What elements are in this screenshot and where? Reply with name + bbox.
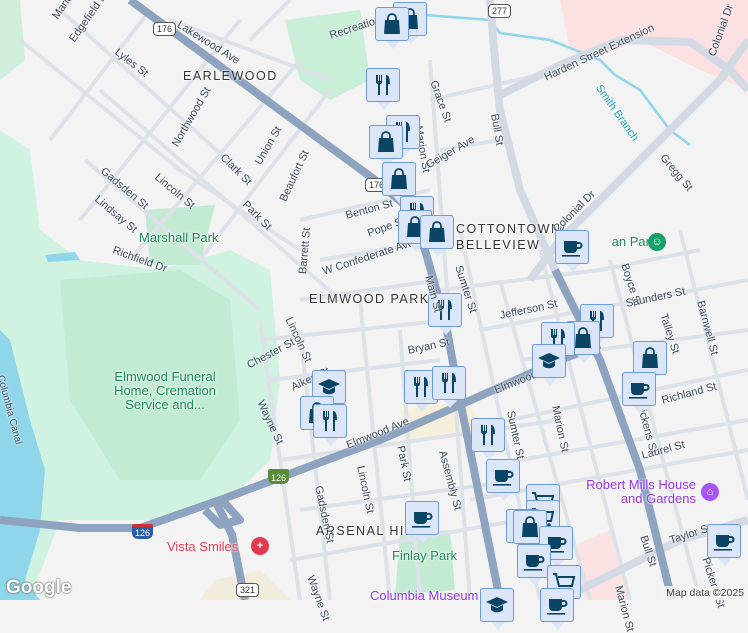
- dining-icon: [476, 423, 500, 447]
- cafe-marker[interactable]: [622, 372, 656, 414]
- cafe-icon: [491, 464, 515, 488]
- cafe-marker[interactable]: [555, 230, 589, 272]
- poi-label[interactable]: Robert Mills House and Gardens: [576, 478, 696, 506]
- dining-marker[interactable]: [471, 418, 505, 460]
- shopping-icon: [425, 220, 449, 244]
- shopping-marker[interactable]: [633, 341, 667, 383]
- cafe-icon: [545, 593, 569, 617]
- school-marker[interactable]: [532, 344, 566, 386]
- dining-icon: [318, 409, 342, 433]
- museum-icon[interactable]: ⌂: [701, 483, 719, 501]
- school-marker[interactable]: [480, 588, 514, 630]
- school-icon: [485, 593, 509, 617]
- shopping-marker[interactable]: [420, 215, 454, 257]
- cafe-marker[interactable]: [540, 588, 574, 630]
- shopping-marker[interactable]: [382, 162, 416, 204]
- school-icon: [537, 349, 561, 373]
- cafe-icon: [627, 377, 651, 401]
- neighborhood-label: ELMWOOD PARK: [309, 292, 430, 306]
- i-126-shield: 126: [132, 524, 154, 539]
- google-logo: Google: [6, 577, 72, 598]
- shopping-icon: [374, 130, 398, 154]
- dining-marker[interactable]: [313, 404, 347, 446]
- us-321-shield: 321: [236, 583, 260, 597]
- neighborhood-label: BELLEVIEW: [456, 238, 541, 252]
- cafe-icon: [560, 235, 584, 259]
- park-label[interactable]: Marshall Park: [139, 230, 218, 245]
- map-attribution[interactable]: Map data ©2025: [662, 586, 748, 600]
- park-label[interactable]: Finlay Park: [392, 548, 457, 563]
- neighborhood-label: EARLEWOOD: [183, 69, 278, 83]
- cafe-icon: [712, 529, 736, 553]
- us-277-shield: 277: [488, 4, 512, 18]
- dining-marker[interactable]: [366, 68, 400, 110]
- cafe-marker[interactable]: [517, 544, 551, 586]
- dining-icon: [437, 371, 461, 395]
- shopping-marker[interactable]: [369, 125, 403, 167]
- dining-icon: [409, 375, 433, 399]
- shopping-icon: [380, 12, 404, 36]
- cafe-marker[interactable]: [405, 501, 439, 543]
- neighborhood-label: COTTONTOWN/: [456, 222, 567, 236]
- dentist-icon[interactable]: +: [251, 537, 269, 555]
- cafe-icon: [410, 506, 434, 530]
- dining-icon: [371, 73, 395, 97]
- dining-marker[interactable]: [432, 366, 466, 408]
- us-176-shield: 176: [153, 22, 177, 36]
- cafe-marker[interactable]: [486, 459, 520, 501]
- park-icon[interactable]: ☺: [648, 233, 666, 251]
- poi-label[interactable]: Vista Smiles: [167, 539, 238, 554]
- shopping-icon: [387, 167, 411, 191]
- poi-label[interactable]: Elmwood Funeral Home, Cremation Service …: [110, 370, 220, 412]
- cafe-icon: [522, 549, 546, 573]
- shopping-icon: [638, 346, 662, 370]
- cafe-marker[interactable]: [707, 524, 741, 566]
- shopping-marker[interactable]: [375, 7, 409, 49]
- i-126-shield: 126: [268, 469, 290, 484]
